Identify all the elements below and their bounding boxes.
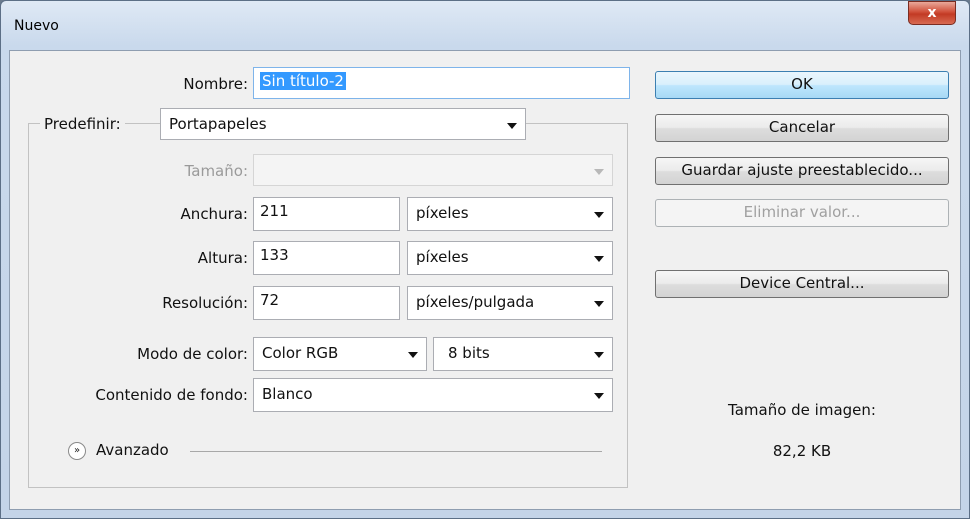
modo-color-label: Modo de color:	[137, 345, 248, 363]
anchura-input[interactable]: 211	[253, 197, 400, 231]
chevron-down-icon	[594, 169, 604, 175]
window-title: Nuevo	[14, 18, 59, 34]
resolucion-input[interactable]: 72	[253, 286, 400, 320]
resolucion-label: Resolución:	[162, 294, 248, 312]
predefinir-select[interactable]: Portapapeles	[160, 108, 526, 140]
tamano-select[interactable]	[253, 154, 613, 186]
delete-preset-button[interactable]: Eliminar valor...	[655, 199, 949, 227]
avanzado-label[interactable]: Avanzado	[96, 441, 169, 459]
anchura-label: Anchura:	[180, 205, 248, 223]
title-bar[interactable]	[0, 0, 968, 50]
resolucion-value: 72	[260, 291, 280, 309]
resolucion-unit-value: píxeles/pulgada	[416, 293, 535, 311]
bits-value: 8 bits	[448, 344, 490, 362]
tamano-label: Tamaño:	[184, 162, 248, 180]
altura-unit-select[interactable]: píxeles	[407, 241, 613, 275]
altura-value: 133	[260, 246, 289, 264]
anchura-unit-select[interactable]: píxeles	[407, 197, 613, 231]
nombre-input[interactable]: Sin título-2	[253, 67, 630, 99]
avanzado-divider	[190, 451, 602, 452]
contenido-fondo-select[interactable]: Blanco	[253, 378, 613, 412]
chevron-down-icon	[507, 123, 517, 129]
ok-button[interactable]: OK	[655, 71, 949, 99]
chevron-down-icon	[594, 256, 604, 262]
cancel-button[interactable]: Cancelar	[655, 114, 949, 142]
chevron-down-icon	[594, 212, 604, 218]
altura-input[interactable]: 133	[253, 241, 400, 275]
image-size-label: Tamaño de imagen:	[728, 401, 876, 419]
anchura-value: 211	[260, 202, 289, 220]
modo-color-select[interactable]: Color RGB	[253, 337, 427, 371]
chevron-down-icon	[408, 352, 418, 358]
altura-label: Altura:	[197, 249, 248, 267]
device-central-button[interactable]: Device Central...	[655, 270, 949, 298]
save-preset-button[interactable]: Guardar ajuste preestablecido...	[655, 157, 949, 185]
nombre-label: Nombre:	[183, 75, 248, 93]
altura-unit-value: píxeles	[416, 248, 469, 266]
predefinir-value: Portapapeles	[169, 115, 267, 133]
bits-select[interactable]: 8 bits	[433, 337, 613, 371]
modo-color-value: Color RGB	[262, 344, 339, 362]
chevron-down-icon	[594, 393, 604, 399]
chevron-down-icon	[594, 301, 604, 307]
double-chevron-down-icon[interactable]: »	[68, 442, 86, 460]
close-icon: x	[927, 5, 937, 21]
close-button[interactable]: x	[908, 1, 956, 25]
chevron-down-icon	[594, 352, 604, 358]
contenido-fondo-label: Contenido de fondo:	[95, 386, 248, 404]
predefinir-label: Predefinir:	[40, 115, 125, 133]
contenido-fondo-value: Blanco	[262, 385, 313, 403]
resolucion-unit-select[interactable]: píxeles/pulgada	[407, 286, 613, 320]
image-size-value: 82,2 KB	[772, 442, 832, 460]
anchura-unit-value: píxeles	[416, 204, 469, 222]
nombre-input-value: Sin título-2	[260, 72, 346, 90]
